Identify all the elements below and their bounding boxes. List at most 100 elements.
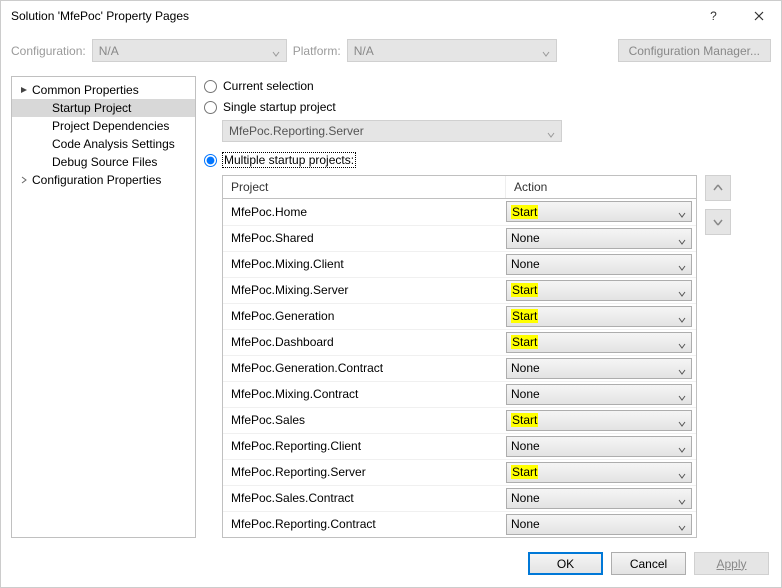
table-row[interactable]: MfePoc.Reporting.Contract None <box>223 511 696 537</box>
action-value: Start <box>511 309 538 323</box>
project-name-cell: MfePoc.Shared <box>223 231 506 245</box>
table-row[interactable]: MfePoc.GenerationStart <box>223 303 696 329</box>
project-name-cell: MfePoc.Mixing.Contract <box>223 387 506 401</box>
chevron-down-icon <box>678 235 686 249</box>
action-combobox[interactable]: None <box>506 436 692 457</box>
apply-button: Apply <box>694 552 769 575</box>
chevron-down-icon <box>678 495 686 509</box>
radio-multiple-startup[interactable]: Multiple startup projects: <box>204 150 771 171</box>
action-combobox[interactable]: Start <box>506 332 692 353</box>
project-name-cell: MfePoc.Sales.Contract <box>223 491 506 505</box>
tree-item-common-properties[interactable]: Common Properties <box>12 81 195 99</box>
table-row[interactable]: MfePoc.Mixing.ClientNone <box>223 251 696 277</box>
radio-current-selection[interactable]: Current selection <box>204 76 771 97</box>
expander-open-icon[interactable] <box>18 86 30 94</box>
project-name-cell: MfePoc.Sales <box>223 413 506 427</box>
action-combobox[interactable]: Start <box>506 280 692 301</box>
action-value: Start <box>511 465 538 479</box>
arrow-up-icon <box>713 183 723 193</box>
table-row[interactable]: MfePoc.Reporting.Server Start <box>223 459 696 485</box>
project-name-cell: MfePoc.Reporting.Server <box>223 465 506 479</box>
table-row[interactable]: MfePoc.DashboardStart <box>223 329 696 355</box>
action-combobox[interactable]: None <box>506 228 692 249</box>
radio-current-selection-input[interactable] <box>204 80 217 93</box>
tree-item-project-dependencies[interactable]: Project Dependencies <box>12 117 195 135</box>
expander-closed-icon[interactable] <box>18 176 30 184</box>
table-row[interactable]: MfePoc.Reporting.Client None <box>223 433 696 459</box>
radio-single-startup[interactable]: Single startup project <box>204 97 771 118</box>
chevron-down-icon <box>678 521 686 535</box>
chevron-down-icon <box>678 417 686 431</box>
action-cell: None <box>506 514 696 535</box>
action-combobox[interactable]: None <box>506 514 692 535</box>
nav-tree[interactable]: Common Properties Startup Project Projec… <box>11 76 196 538</box>
table-row[interactable]: MfePoc.Sales.ContractNone <box>223 485 696 511</box>
action-cell: Start <box>506 306 696 327</box>
action-value: Start <box>511 283 538 297</box>
project-name-cell: MfePoc.Home <box>223 205 506 219</box>
window-title: Solution 'MfePoc' Property Pages <box>11 9 691 23</box>
col-action[interactable]: Action <box>506 176 696 198</box>
action-combobox[interactable]: None <box>506 254 692 275</box>
cancel-button[interactable]: Cancel <box>611 552 686 575</box>
platform-label: Platform: <box>293 44 341 58</box>
chevron-down-icon <box>678 339 686 353</box>
ok-button[interactable]: OK <box>528 552 603 575</box>
tree-item-debug-source-files[interactable]: Debug Source Files <box>12 153 195 171</box>
help-button[interactable]: ? <box>691 1 736 31</box>
col-project[interactable]: Project <box>223 176 506 198</box>
action-cell: None <box>506 436 696 457</box>
action-combobox[interactable]: Start <box>506 410 692 431</box>
project-name-cell: MfePoc.Reporting.Client <box>223 439 506 453</box>
tree-item-code-analysis-settings[interactable]: Code Analysis Settings <box>12 135 195 153</box>
project-name-cell: MfePoc.Reporting.Contract <box>223 517 506 531</box>
startup-projects-table: Project Action MfePoc.HomeStartMfePoc.Sh… <box>222 175 697 538</box>
chevron-down-icon <box>678 443 686 457</box>
action-cell: None <box>506 228 696 249</box>
configuration-row: Configuration: N/A Platform: N/A Configu… <box>1 31 781 76</box>
table-row[interactable]: MfePoc.Mixing.Contract None <box>223 381 696 407</box>
chevron-down-icon <box>678 391 686 405</box>
tree-item-configuration-properties[interactable]: Configuration Properties <box>12 171 195 189</box>
project-name-cell: MfePoc.Generation.Contract <box>223 361 506 375</box>
action-value: Start <box>511 335 538 349</box>
table-row[interactable]: MfePoc.Sales Start <box>223 407 696 433</box>
action-combobox[interactable]: Start <box>506 201 692 222</box>
action-value: None <box>511 387 540 401</box>
chevron-down-icon <box>542 47 550 61</box>
close-button[interactable] <box>736 1 781 31</box>
action-cell: Start <box>506 462 696 483</box>
chevron-down-icon <box>272 47 280 61</box>
chevron-down-icon <box>678 469 686 483</box>
chevron-down-icon <box>678 365 686 379</box>
configuration-label: Configuration: <box>11 44 86 58</box>
action-cell: Start <box>506 201 696 222</box>
table-row[interactable]: MfePoc.HomeStart <box>223 199 696 225</box>
dialog-button-row: OK Cancel Apply <box>1 538 781 587</box>
tree-item-startup-project[interactable]: Startup Project <box>12 99 195 117</box>
action-value: None <box>511 257 540 271</box>
action-cell: Start <box>506 332 696 353</box>
table-row[interactable]: MfePoc.Mixing.ServerStart <box>223 277 696 303</box>
chevron-down-icon <box>678 313 686 327</box>
action-cell: None <box>506 358 696 379</box>
action-value: None <box>511 517 540 531</box>
single-startup-combobox: MfePoc.Reporting.Server <box>222 120 562 142</box>
action-value: None <box>511 439 540 453</box>
chevron-down-icon <box>678 287 686 301</box>
action-combobox[interactable]: Start <box>506 306 692 327</box>
table-row[interactable]: MfePoc.Generation.ContractNone <box>223 355 696 381</box>
action-combobox[interactable]: None <box>506 358 692 379</box>
action-combobox[interactable]: Start <box>506 462 692 483</box>
content-panel: Current selection Single startup project… <box>204 76 771 538</box>
table-row[interactable]: MfePoc.SharedNone <box>223 225 696 251</box>
radio-multiple-startup-input[interactable] <box>204 154 217 167</box>
action-cell: None <box>506 254 696 275</box>
table-header: Project Action <box>223 176 696 199</box>
action-value: Start <box>511 413 538 427</box>
action-combobox[interactable]: None <box>506 488 692 509</box>
action-combobox[interactable]: None <box>506 384 692 405</box>
chevron-down-icon <box>678 208 686 222</box>
radio-single-startup-input[interactable] <box>204 101 217 114</box>
arrow-down-icon <box>713 217 723 227</box>
